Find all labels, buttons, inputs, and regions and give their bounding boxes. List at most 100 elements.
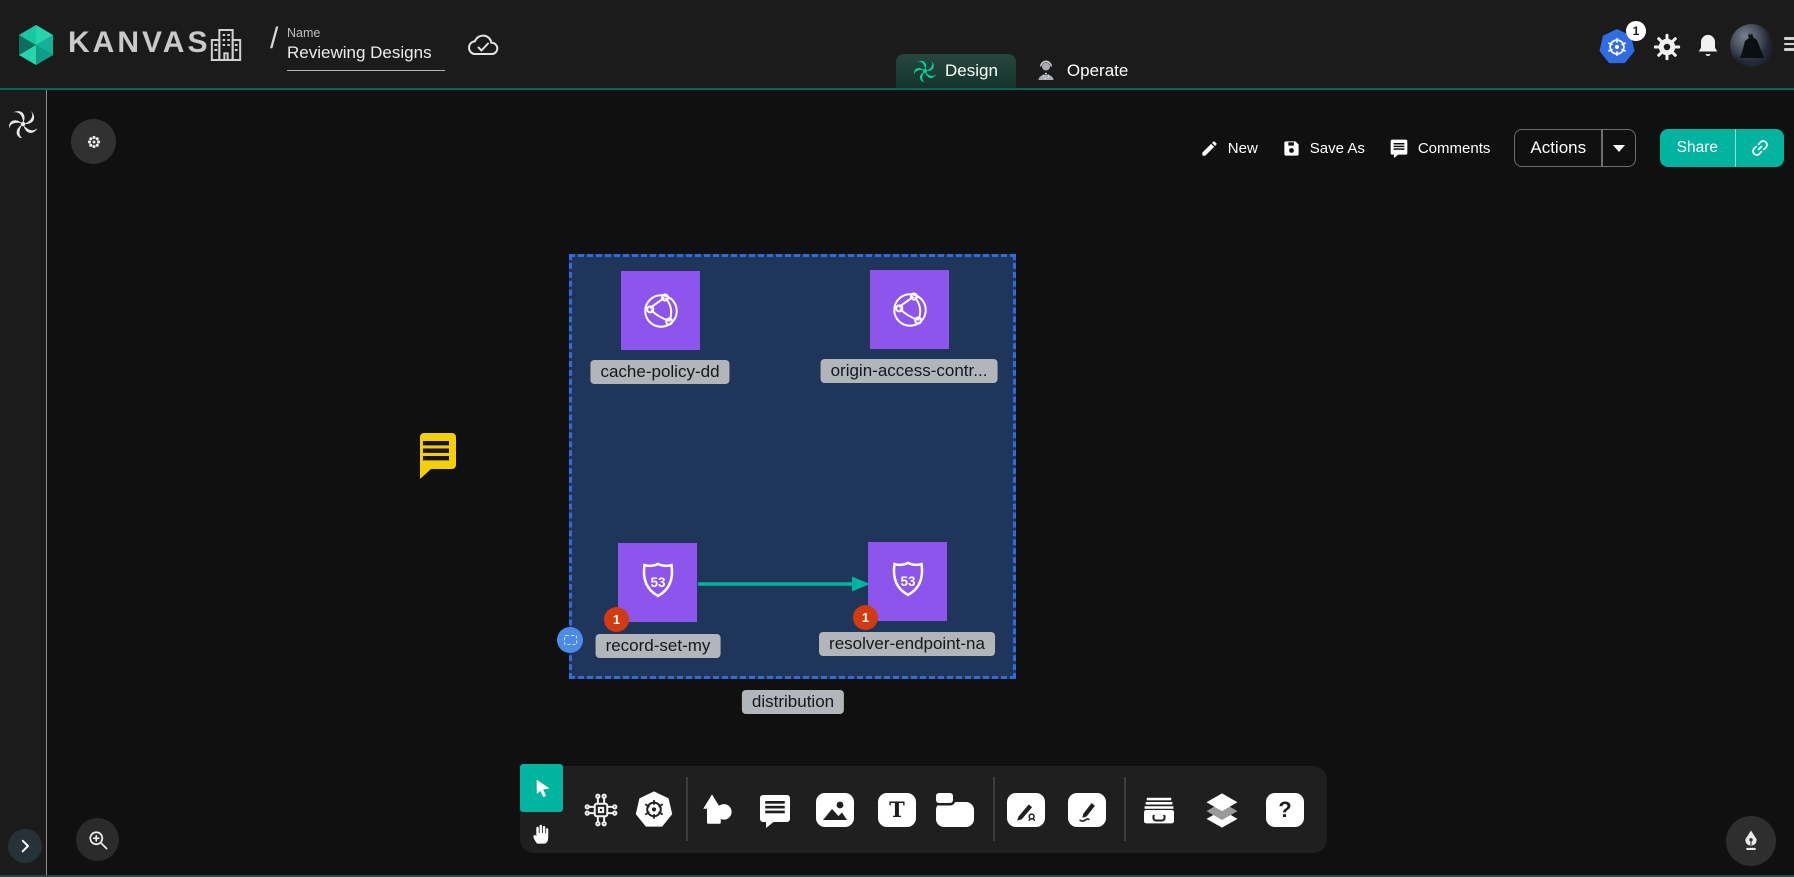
shapes-tool[interactable] [697,790,737,830]
new-button[interactable]: New [1200,139,1258,158]
node-cache-policy[interactable] [621,271,700,350]
actions-caret-button[interactable] [1603,145,1635,152]
node-label-origin-access-control[interactable]: origin-access-contr... [821,359,998,383]
cloudfront-globe-icon [633,283,689,339]
share-button[interactable]: Share [1660,129,1784,167]
brand-name: KANVAS [68,26,210,60]
save-as-button-label: Save As [1310,140,1365,157]
floppy-disk-icon [1282,139,1301,158]
frame-tool[interactable] [936,793,974,827]
design-name-label: Name [287,26,320,40]
route53-shield-icon: 53 [881,555,935,609]
comment-icon [1389,138,1409,158]
svg-text:53: 53 [650,574,666,589]
pen-compass-icon [1007,793,1045,827]
text-tool[interactable]: T [878,793,916,827]
pen-nib-icon [1738,828,1764,854]
frame-tab-icon [936,793,974,827]
pan-tool-button[interactable] [523,814,561,852]
sidebar-expand-button[interactable] [8,829,42,863]
cloud-saved-icon [464,30,502,60]
meshery-spiral-icon[interactable] [9,110,37,138]
question-mark-icon: ? [1266,793,1304,827]
kubernetes-context-count-badge: 1 [1626,21,1646,41]
notifications-bell-icon[interactable] [1694,31,1722,61]
meshsync-chip-tool[interactable] [581,790,621,830]
image-icon [816,793,854,827]
kanvas-app: KANVAS / Name [0,0,1794,877]
design-name-input[interactable] [287,43,445,71]
comments-button[interactable]: Comments [1389,138,1491,158]
copy-link-button[interactable] [1736,137,1784,159]
view-tabs: Design Operate [896,54,1146,88]
zoom-in-magnifier-icon [86,828,110,852]
save-as-button[interactable]: Save As [1282,139,1365,158]
user-avatar[interactable] [1730,24,1773,67]
operate-tab-person-icon [1034,59,1058,83]
chevron-right-icon [16,837,34,855]
settings-gear-icon[interactable] [1652,32,1682,62]
canvas-widgets-button[interactable] [71,119,116,164]
cloudfront-globe-icon [882,282,938,338]
node-resolver-endpoint[interactable]: 53 [868,542,947,621]
flower-icon [83,131,105,153]
comment-bubble-icon [757,792,793,828]
route53-shield-icon: 53 [631,556,685,610]
kubernetes-context-button[interactable]: 1 [1598,28,1636,66]
zoom-in-button[interactable] [76,818,119,861]
canvas-comment-marker[interactable] [415,432,457,481]
image-tool[interactable] [816,793,854,827]
bottom-tool-dock: T [520,766,1327,853]
sketch-pencil-tool[interactable] [1068,793,1106,827]
left-sidebar [0,90,47,877]
group-label-distribution[interactable]: distribution [742,690,844,714]
dashed-rect-icon [564,635,577,645]
canvas-action-bar: New Save As Comments Actions [1200,129,1784,167]
kubernetes-wheel-icon [633,789,675,831]
cursor-arrow-icon [530,776,554,800]
new-button-label: New [1228,140,1258,157]
top-header: KANVAS / Name [0,0,1794,90]
overflow-menu-icon[interactable] [1784,34,1794,54]
node-label-cache-policy[interactable]: cache-policy-dd [590,360,729,384]
chevron-down-icon [1613,145,1625,152]
avatar-image [1730,24,1773,67]
tab-operate[interactable]: Operate [1016,54,1146,88]
node-label-record-set[interactable]: record-set-my [596,634,721,658]
hand-icon [529,820,555,846]
link-icon [1749,137,1771,159]
tab-operate-label: Operate [1067,61,1128,81]
kubernetes-tool[interactable] [633,789,675,831]
svg-text:53: 53 [900,573,916,588]
help-tool[interactable]: ? [1266,793,1304,827]
kanvas-logo-icon[interactable] [14,23,58,67]
design-tab-spiral-icon [914,60,936,82]
sketch-pencil-icon [1068,793,1106,827]
group-select-handle[interactable] [557,627,583,653]
text-T-icon: T [878,793,916,827]
error-badge-resolver-endpoint[interactable]: 1 [853,605,878,630]
node-record-set[interactable]: 53 [618,543,697,622]
comments-button-label: Comments [1418,140,1491,157]
tab-design[interactable]: Design [896,54,1016,88]
pen-tool-button[interactable] [1726,816,1776,866]
share-label: Share [1660,139,1735,157]
error-badge-record-set[interactable]: 1 [604,607,629,632]
pencil-icon [1200,139,1219,158]
breadcrumb-separator: / [270,22,278,56]
node-origin-access-control[interactable] [870,270,949,349]
organization-building-icon[interactable] [206,24,246,66]
comment-tool[interactable] [757,792,793,828]
layers-tool[interactable] [1201,789,1243,831]
drawer-tool[interactable] [1139,790,1179,830]
actions-dropdown-button[interactable]: Actions [1514,129,1635,167]
edge-record-set-to-resolver[interactable] [696,574,872,594]
select-tool-button[interactable] [520,764,563,812]
actions-label: Actions [1515,138,1601,158]
shapes-icon [697,790,737,830]
layers-icon [1201,789,1243,831]
node-label-resolver-endpoint[interactable]: resolver-endpoint-na [819,632,995,656]
archive-drawer-icon [1139,790,1179,830]
pen-compass-tool[interactable] [1007,793,1045,827]
tab-design-label: Design [945,61,998,81]
